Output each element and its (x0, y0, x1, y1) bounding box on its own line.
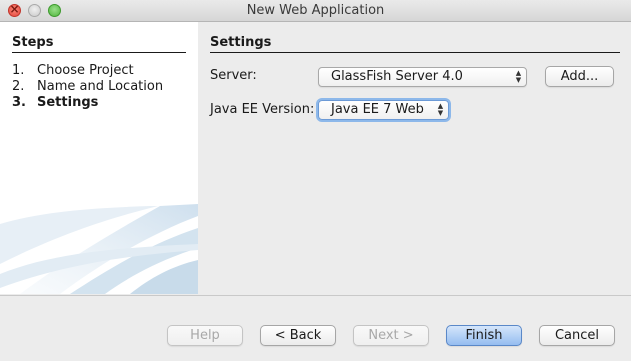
help-button[interactable]: Help (167, 325, 243, 346)
step-item-choose-project: 1. Choose Project (12, 63, 163, 79)
server-select-value: GlassFish Server 4.0 (331, 69, 463, 84)
up-down-arrows-icon: ▲ ▼ (515, 69, 522, 84)
step-label: Choose Project (37, 63, 134, 78)
step-label: Name and Location (37, 79, 164, 94)
up-down-arrows-icon: ▲ ▼ (437, 102, 444, 117)
step-item-name-and-location: 2. Name and Location (12, 79, 163, 95)
server-select[interactable]: GlassFish Server 4.0 ▲ ▼ (318, 67, 527, 87)
step-item-settings: 3. Settings (12, 95, 163, 111)
javaee-version-select-value: Java EE 7 Web (331, 102, 424, 117)
step-number: 2. (12, 79, 25, 94)
finish-button[interactable]: Finish (446, 325, 522, 346)
settings-heading: Settings (210, 35, 620, 53)
step-number: 1. (12, 63, 25, 78)
steps-list: 1. Choose Project 2. Name and Location 3. S… (12, 63, 163, 111)
back-button[interactable]: < Back (260, 325, 336, 346)
title-bar: New Web Application (0, 0, 631, 22)
step-number: 3. (12, 95, 26, 110)
javaee-version-label: Java EE Version: (210, 102, 315, 117)
window-title: New Web Application (246, 3, 385, 18)
next-button[interactable]: Next > (353, 325, 429, 346)
step-label: Settings (37, 95, 99, 110)
add-server-button[interactable]: Add... (545, 66, 614, 87)
cancel-button[interactable]: Cancel (539, 325, 615, 346)
footer-divider (0, 295, 631, 296)
netbeans-swoosh-decoration (0, 204, 198, 294)
javaee-version-select[interactable]: Java EE 7 Web ▲ ▼ (318, 100, 449, 120)
steps-heading: Steps (12, 35, 186, 53)
steps-panel: Steps 1. Choose Project 2. Name and Locati… (0, 22, 198, 294)
server-label: Server: (210, 68, 257, 83)
